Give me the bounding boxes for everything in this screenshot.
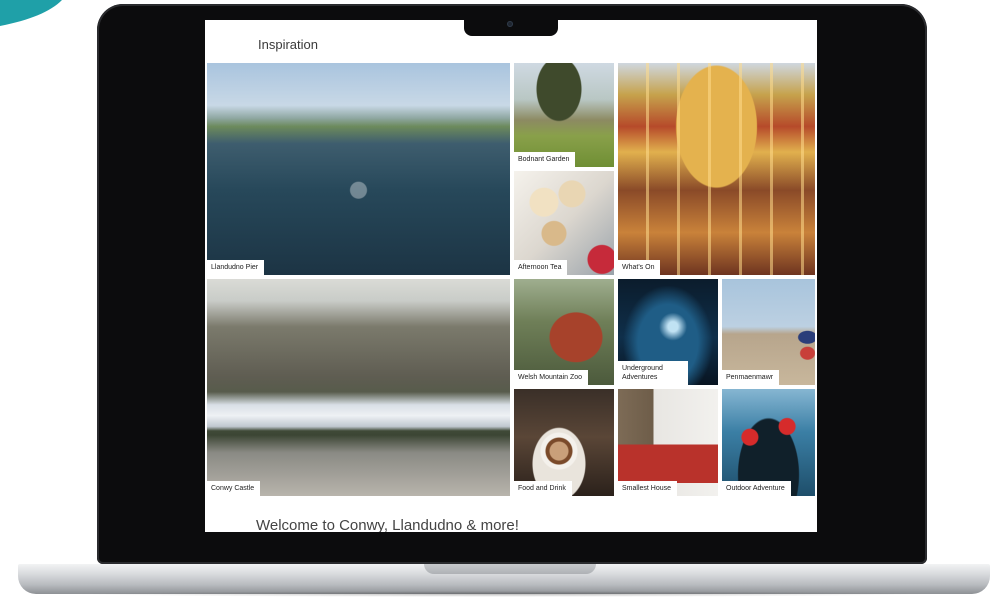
tile-outdoor-adventure[interactable]: Outdoor Adventure [722,389,815,496]
tile-label: Underground Adventures [618,361,688,385]
tile-food-and-drink[interactable]: Food and Drink [514,389,614,496]
tile-label: Welsh Mountain Zoo [514,370,589,385]
tile-label: Llandudno Pier [207,260,265,275]
tile-underground-adventures[interactable]: Underground Adventures [618,279,718,385]
tile-llandudno-pier[interactable]: Llandudno Pier [207,63,510,275]
tile-smallest-house[interactable]: Smallest House [618,389,718,496]
tile-label: Food and Drink [514,481,572,496]
tile-welsh-mountain-zoo[interactable]: Welsh Mountain Zoo [514,279,614,385]
tile-penmaenmawr[interactable]: Penmaenmawr [722,279,815,385]
brand-corner-accent [0,0,80,40]
page-title: Inspiration [258,37,318,52]
tile-label: Bodnant Garden [514,152,576,167]
tile-conwy-castle[interactable]: Conwy Castle [207,279,510,496]
laptop-shadow [70,591,930,597]
tile-label: Outdoor Adventure [722,481,791,496]
tile-afternoon-tea[interactable]: Afternoon Tea [514,171,614,275]
laptop-screen: Inspiration Llandudno Pier Bodnant Garde… [205,20,817,532]
tile-label: What's On [618,260,661,275]
tile-label: Afternoon Tea [514,260,568,275]
tile-bodnant-garden[interactable]: Bodnant Garden [514,63,614,167]
tile-label: Penmaenmawr [722,370,780,385]
laptop-opening-lip [424,564,596,574]
camera-icon [507,21,513,27]
welcome-heading: Welcome to Conwy, Llandudno & more! [256,517,519,532]
tile-label: Conwy Castle [207,481,261,496]
tile-label: Smallest House [618,481,678,496]
camera-notch [464,17,558,36]
tile-whats-on[interactable]: What's On [618,63,815,275]
